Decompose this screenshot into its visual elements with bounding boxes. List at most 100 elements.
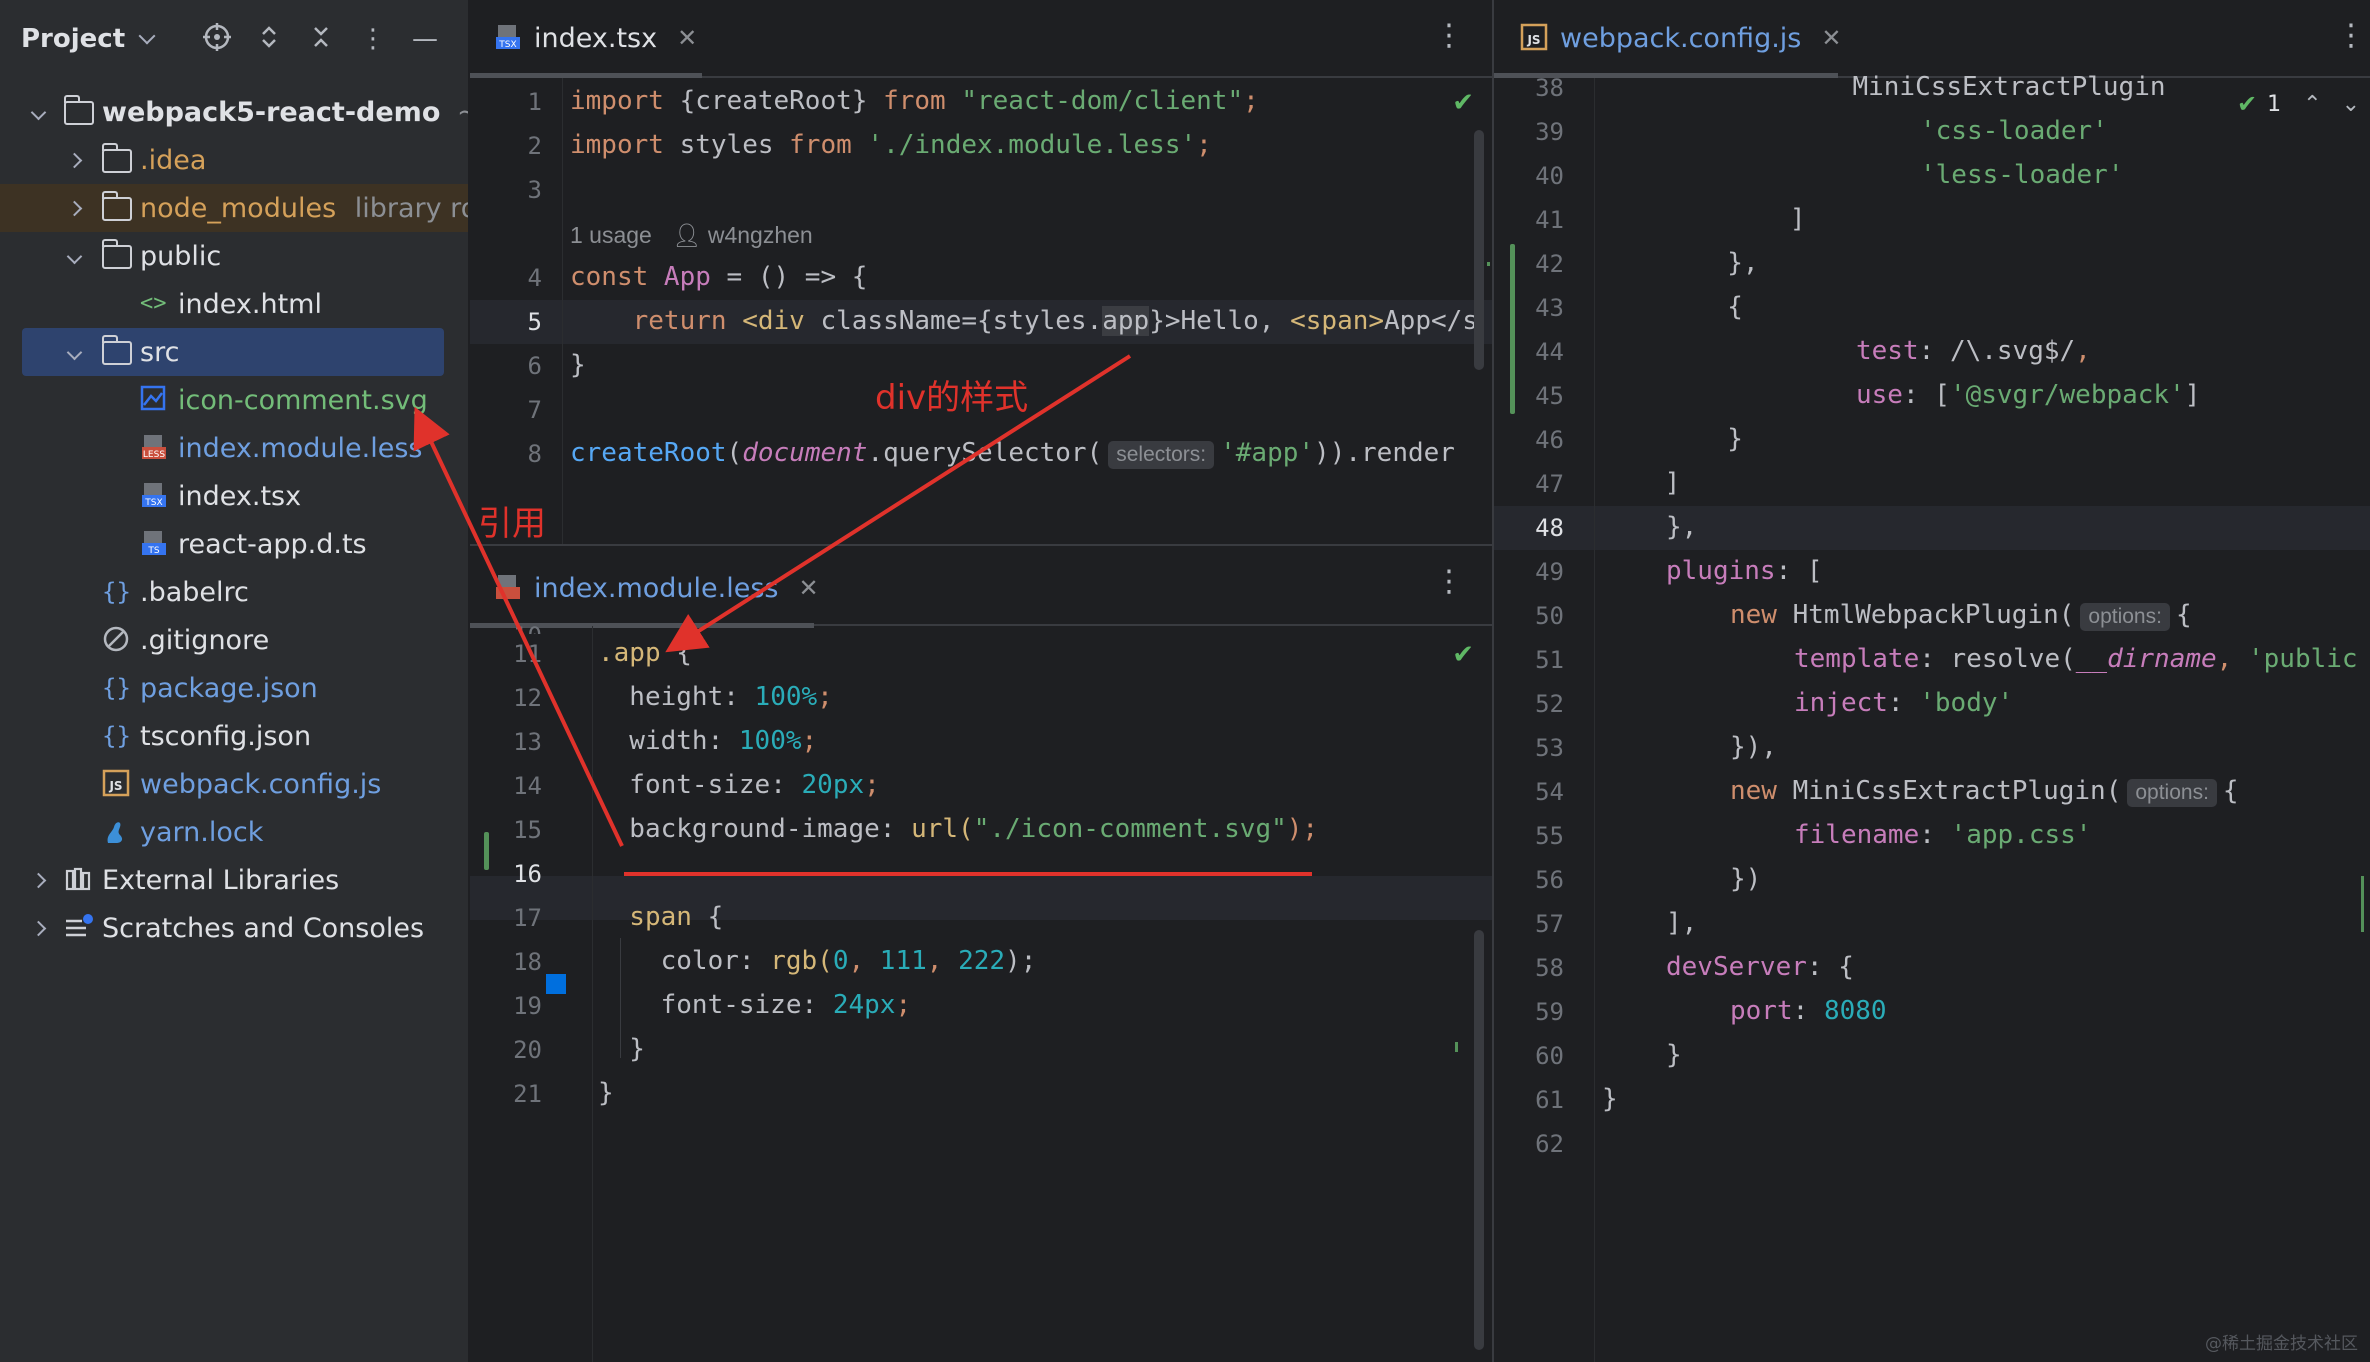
tree-item-icon-comment-svg[interactable]: icon-comment.svg [0, 376, 468, 424]
json-icon: {} [102, 722, 131, 750]
tree-item-index-html[interactable]: <> index.html [0, 280, 468, 328]
code-line-39[interactable]: 'css-loader' [1920, 116, 2108, 146]
tree-item-index-module-less[interactable]: LESS index.module.less [0, 424, 468, 472]
chevron-down-icon[interactable] [138, 27, 156, 45]
close-icon[interactable]: ✕ [1821, 24, 1841, 52]
inspection-widget[interactable]: ✔ 1 ⌃ ⌄ [2233, 90, 2364, 118]
editor-index-module-less: index.module.less ✕ ⋮ 10 11 12 13 14 15 … [470, 544, 1492, 1362]
code-line-12[interactable]: height: 100%; [598, 682, 833, 712]
more-options-icon[interactable]: ⋮ [2336, 18, 2366, 53]
svg-text:TSX: TSX [144, 498, 162, 508]
expand-all-icon[interactable] [252, 22, 286, 56]
tab-index-module-less[interactable]: index.module.less ✕ [470, 550, 819, 628]
line-number: 47 [1535, 470, 1564, 498]
more-options-icon[interactable]: ⋮ [1434, 18, 1464, 53]
code-line-11[interactable]: .app { [598, 638, 692, 668]
code-line-54[interactable]: new MiniCssExtractPlugin(options:{ [1730, 776, 2239, 807]
hide-panel-icon[interactable]: — [408, 22, 442, 56]
tree-item-babelrc[interactable]: {} .babelrc [0, 568, 468, 616]
project-panel-title[interactable]: Project [21, 24, 125, 54]
line-number: 38 [1535, 74, 1564, 102]
code-line-58[interactable]: devServer: { [1666, 952, 1854, 982]
code-line-4[interactable]: const App = () => { [570, 262, 867, 292]
code-line-14[interactable]: font-size: 20px; [598, 770, 879, 800]
code-line-48[interactable]: }, [1666, 512, 1697, 542]
tab-index-tsx[interactable]: TSX index.tsx ✕ [470, 0, 702, 78]
tree-item-idea[interactable]: .idea [0, 136, 468, 184]
code-line-61[interactable]: } [1602, 1084, 1618, 1114]
code-line-55[interactable]: filename: 'app.css' [1794, 820, 2091, 850]
code-line-46[interactable]: } [1602, 424, 1743, 454]
code-line-51[interactable]: template: resolve(__dirname, 'public [1794, 644, 2358, 674]
code-line-41[interactable]: ] [1602, 204, 1806, 234]
tree-item-label: .idea [140, 144, 207, 176]
tree-item-project-root[interactable]: webpack5-react-demo ~/prc [0, 88, 468, 136]
inspection-count: 1 [2267, 91, 2282, 117]
chevron-right-icon[interactable] [64, 150, 84, 170]
close-icon[interactable]: ✕ [677, 24, 697, 52]
tree-item-label: yarn.lock [140, 816, 264, 848]
chevron-down-icon[interactable] [28, 102, 48, 122]
chevron-right-icon[interactable] [28, 870, 48, 890]
code-line-38[interactable]: MiniCssExtractPlugin [1602, 72, 2165, 102]
tree-item-index-tsx[interactable]: TSX index.tsx [0, 472, 468, 520]
tree-item-package-json[interactable]: {} package.json [0, 664, 468, 712]
code-line-15[interactable]: background-image: url("./icon-comment.sv… [598, 814, 1318, 844]
tree-item-node-modules[interactable]: node_modules library root [0, 184, 468, 232]
chevron-down-icon[interactable]: ⌄ [2342, 92, 2360, 117]
code-line-20[interactable]: } [598, 1034, 645, 1064]
code-line-5[interactable]: return <div className={styles.app}>Hello… [570, 306, 1478, 336]
no-problems-check-icon[interactable]: ✔ [1452, 640, 1474, 670]
code-line-8[interactable]: createRoot(document.querySelector(select… [570, 438, 1455, 469]
tree-item-external-libraries[interactable]: External Libraries [0, 856, 468, 904]
vertical-scrollbar[interactable] [1474, 930, 1484, 1350]
more-options-icon[interactable]: ⋮ [1434, 564, 1464, 599]
code-line-21[interactable]: } [598, 1078, 614, 1108]
code-line-47[interactable]: ] [1602, 468, 1681, 498]
tree-item-react-app-dts[interactable]: TS react-app.d.ts [0, 520, 468, 568]
tab-webpack-config-js[interactable]: JS webpack.config.js ✕ [1494, 0, 1841, 78]
chevron-down-icon[interactable] [64, 342, 84, 362]
code-line-57[interactable]: ], [1666, 908, 1697, 938]
code-line-19[interactable]: font-size: 24px; [598, 990, 911, 1020]
code-line-60[interactable]: } [1666, 1040, 1682, 1070]
code-line-17[interactable]: span { [598, 902, 723, 932]
usage-inlay-hint[interactable]: 1 usage 👤︎ w4ngzhen [570, 222, 813, 249]
code-line-2[interactable]: import styles from './index.module.less'… [570, 130, 1212, 160]
code-line-6[interactable]: } [570, 350, 586, 380]
locate-icon[interactable] [200, 22, 234, 56]
code-line-56[interactable]: }) [1730, 864, 1761, 894]
code-line-1[interactable]: import {createRoot} from "react-dom/clie… [570, 86, 1259, 116]
chevron-right-icon[interactable] [28, 918, 48, 938]
code-line-43[interactable]: { [1602, 292, 1743, 322]
code-line-59[interactable]: port: 8080 [1730, 996, 1887, 1026]
vertical-scrollbar[interactable] [1474, 130, 1484, 370]
tree-item-src[interactable]: src [22, 328, 444, 376]
code-line-44[interactable]: test: /\.svg$/, [1856, 336, 2091, 366]
no-problems-check-icon[interactable]: ✔ [1452, 88, 1474, 118]
tree-item-yarn-lock[interactable]: yarn.lock [0, 808, 468, 856]
tree-item-scratches[interactable]: Scratches and Consoles [0, 904, 468, 952]
line-number: 12 [513, 684, 542, 712]
collapse-all-icon[interactable] [304, 22, 338, 56]
code-line-45[interactable]: use: ['@svgr/webpack'] [1856, 380, 2200, 410]
code-line-49[interactable]: plugins: [ [1666, 556, 1823, 586]
tree-item-tsconfig-json[interactable]: {} tsconfig.json [0, 712, 468, 760]
code-line-50[interactable]: new HtmlWebpackPlugin(options:{ [1730, 600, 2192, 631]
chevron-up-icon[interactable]: ⌃ [2303, 92, 2321, 117]
close-icon[interactable]: ✕ [798, 574, 818, 602]
code-line-42[interactable]: }, [1602, 248, 1758, 278]
less-file-icon [494, 573, 524, 603]
code-line-13[interactable]: width: 100%; [598, 726, 817, 756]
chevron-down-icon[interactable] [64, 246, 84, 266]
code-line-53[interactable]: }), [1730, 732, 1777, 762]
color-swatch-icon[interactable] [546, 974, 566, 994]
code-line-18[interactable]: color: rgb(0, 111, 222); [598, 946, 1037, 976]
chevron-right-icon[interactable] [64, 198, 84, 218]
more-options-icon[interactable]: ⋮ [356, 22, 390, 56]
tree-item-webpack-config-js[interactable]: JS webpack.config.js [0, 760, 468, 808]
tree-item-public[interactable]: public [0, 232, 468, 280]
code-line-52[interactable]: inject: 'body' [1794, 688, 2013, 718]
code-line-40[interactable]: 'less-loader' [1920, 160, 2124, 190]
tree-item-gitignore[interactable]: .gitignore [0, 616, 468, 664]
